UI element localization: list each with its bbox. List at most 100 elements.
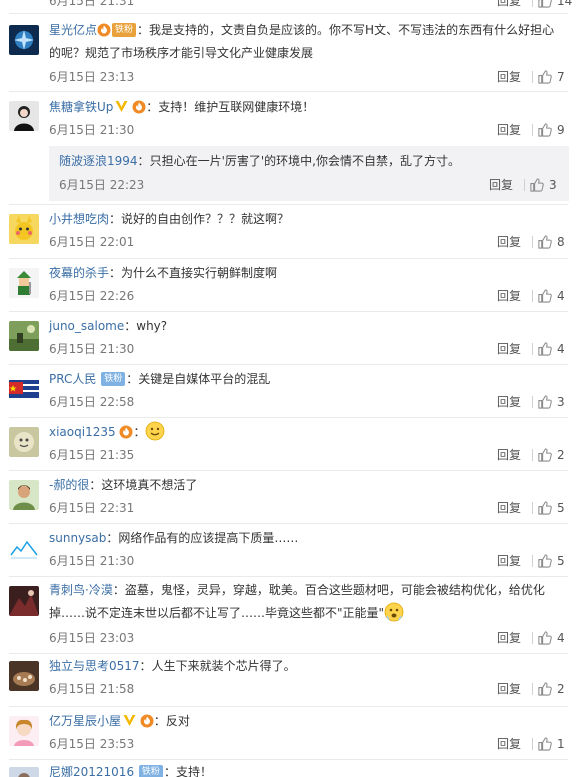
thumbs-up-icon (537, 630, 552, 645)
like-button[interactable]: 2 (537, 445, 569, 465)
reply-button[interactable]: 回复 (497, 445, 521, 465)
reply-button[interactable]: 回复 (497, 232, 521, 252)
reply-button[interactable]: 回复 (497, 679, 521, 699)
username[interactable]: 亿万星辰小屋 (49, 714, 121, 728)
comment-meta: 6月15日 23:03 回复 4 (49, 628, 577, 648)
like-button[interactable]: 5 (537, 551, 569, 571)
comment-meta: 6月15日 21:35 回复 2 (49, 445, 577, 465)
username[interactable]: 随波逐浪1994 (59, 154, 138, 168)
reply-button[interactable]: 回复 (497, 628, 521, 648)
reply-button[interactable]: 回复 (497, 734, 521, 754)
avatar[interactable] (9, 661, 39, 691)
comment-item: 焦糖拿铁Up ：支持！维护互联网健康环境！ 6月15日 21:30 回复 9 随… (0, 91, 577, 202)
avatar[interactable] (9, 716, 39, 746)
avatar[interactable] (9, 374, 39, 404)
comment-meta: 6月15日 22:01 回复 8 (49, 232, 577, 252)
comment-body: 网络作品有的应该提高下质量…… (118, 531, 299, 545)
like-button[interactable]: 14 (537, 0, 572, 11)
username[interactable]: xiaoqi1235 (49, 425, 116, 439)
comment-meta: 6月15日 23:13 回复 7 (49, 67, 577, 87)
reply-button[interactable]: 回复 (497, 120, 521, 140)
like-count: 2 (557, 682, 565, 696)
avatar[interactable] (9, 480, 39, 510)
username[interactable]: PRC人民 (49, 372, 96, 386)
like-button[interactable]: 3 (529, 175, 561, 195)
fire-icon (140, 714, 154, 728)
divider (532, 555, 533, 567)
sub-reply-box: 随波逐浪1994：只担心在一片'厉害了'的环境中,你会情不自禁，乱了方寸。 6月… (49, 146, 569, 201)
avatar[interactable] (9, 767, 39, 777)
comment-time: 6月15日 23:03 (49, 631, 135, 645)
username[interactable]: 焦糖拿铁Up (49, 100, 113, 114)
like-button[interactable]: 9 (537, 120, 569, 140)
like-button[interactable]: 4 (537, 628, 569, 648)
avatar[interactable] (9, 533, 39, 563)
comment-meta: 6月15日 21:31 回复 14 (49, 0, 577, 11)
fire-icon (132, 100, 146, 114)
comment-text: -郝的很：这环境真不想活了 (49, 478, 198, 492)
avatar[interactable] (9, 427, 39, 457)
comment-time: 6月15日 22:01 (49, 235, 135, 249)
comment-item: 6月15日 21:31 回复 14 (0, 0, 577, 12)
comment-text: 夜幕的杀手：为什么不直接实行朝鲜制度啊 (49, 266, 278, 280)
like-button[interactable]: 5 (537, 498, 569, 518)
divider (532, 738, 533, 750)
avatar[interactable] (9, 214, 39, 244)
thumbs-up-icon (537, 0, 552, 8)
like-count: 2 (557, 448, 565, 462)
comment-text: juno_salome：why? (49, 319, 168, 333)
username[interactable]: 小井想吃肉 (49, 212, 109, 226)
divider (9, 417, 568, 418)
username[interactable]: -郝的很 (49, 478, 89, 492)
divider (532, 502, 533, 514)
comment-item: xiaoqi1235 ： 6月15日 21:35 回复 2 (0, 417, 577, 470)
comment-time: 6月15日 21:30 (49, 554, 135, 568)
like-button[interactable]: 1 (537, 734, 569, 754)
thumbs-up-icon (537, 736, 552, 751)
username[interactable]: 独立与思考0517 (49, 659, 140, 673)
divider (532, 236, 533, 248)
comment-body: why? (136, 319, 168, 333)
reply-button[interactable]: 回复 (497, 0, 521, 11)
reply-button[interactable]: 回复 (497, 286, 521, 306)
like-button[interactable]: 8 (537, 232, 569, 252)
comment-feed: 6月15日 21:31 回复 14 星光亿点 铁粉 ：我是支持的，文责自负是应该的。… (0, 0, 577, 777)
comment-text: sunnysab：网络作品有的应该提高下质量…… (49, 531, 299, 545)
username[interactable]: 尼娜20121016 (49, 765, 134, 777)
avatar[interactable] (9, 25, 39, 55)
comment-item: 小井想吃肉：说好的自由创作？？？就这啊？ 6月15日 22:01 回复 8 (0, 204, 577, 257)
username[interactable]: juno_salome (49, 319, 124, 333)
like-button[interactable]: 7 (537, 67, 569, 87)
avatar[interactable] (9, 321, 39, 351)
fans-badge: 铁粉 (112, 22, 137, 37)
username[interactable]: 星光亿点 (49, 23, 97, 37)
reply-button[interactable]: 回复 (497, 498, 521, 518)
avatar[interactable] (9, 268, 39, 298)
comment-meta: 6月15日 21:30 回复 9 (49, 120, 577, 140)
divider (9, 653, 568, 654)
reply-button[interactable]: 回复 (497, 67, 521, 87)
like-button[interactable]: 4 (537, 286, 569, 306)
reply-button[interactable]: 回复 (489, 175, 513, 195)
comment-body: 关键是自媒体平台的混乱 (138, 372, 271, 386)
like-button[interactable]: 4 (537, 339, 569, 359)
comment-text: 小井想吃肉：说好的自由创作？？？就这啊？ (49, 212, 290, 226)
comment-time: 6月15日 21:31 (49, 0, 135, 8)
divider (532, 0, 533, 7)
username[interactable]: 夜幕的杀手 (49, 266, 109, 280)
avatar[interactable] (9, 101, 39, 131)
thumbs-up-icon (537, 122, 552, 137)
thumbs-up-icon (537, 447, 552, 462)
like-button[interactable]: 3 (537, 392, 569, 412)
username[interactable]: sunnysab (49, 531, 106, 545)
reply-button[interactable]: 回复 (497, 392, 521, 412)
avatar[interactable] (9, 586, 39, 616)
like-count: 4 (557, 342, 565, 356)
comment-meta: 6月15日 22:58 回复 3 (49, 392, 577, 412)
comment-meta: 6月15日 22:31 回复 5 (49, 498, 577, 518)
like-count: 5 (557, 554, 565, 568)
reply-button[interactable]: 回复 (497, 551, 521, 571)
reply-button[interactable]: 回复 (497, 339, 521, 359)
username[interactable]: 青刺鸟·冷漠 (49, 583, 113, 597)
like-button[interactable]: 2 (537, 679, 569, 699)
